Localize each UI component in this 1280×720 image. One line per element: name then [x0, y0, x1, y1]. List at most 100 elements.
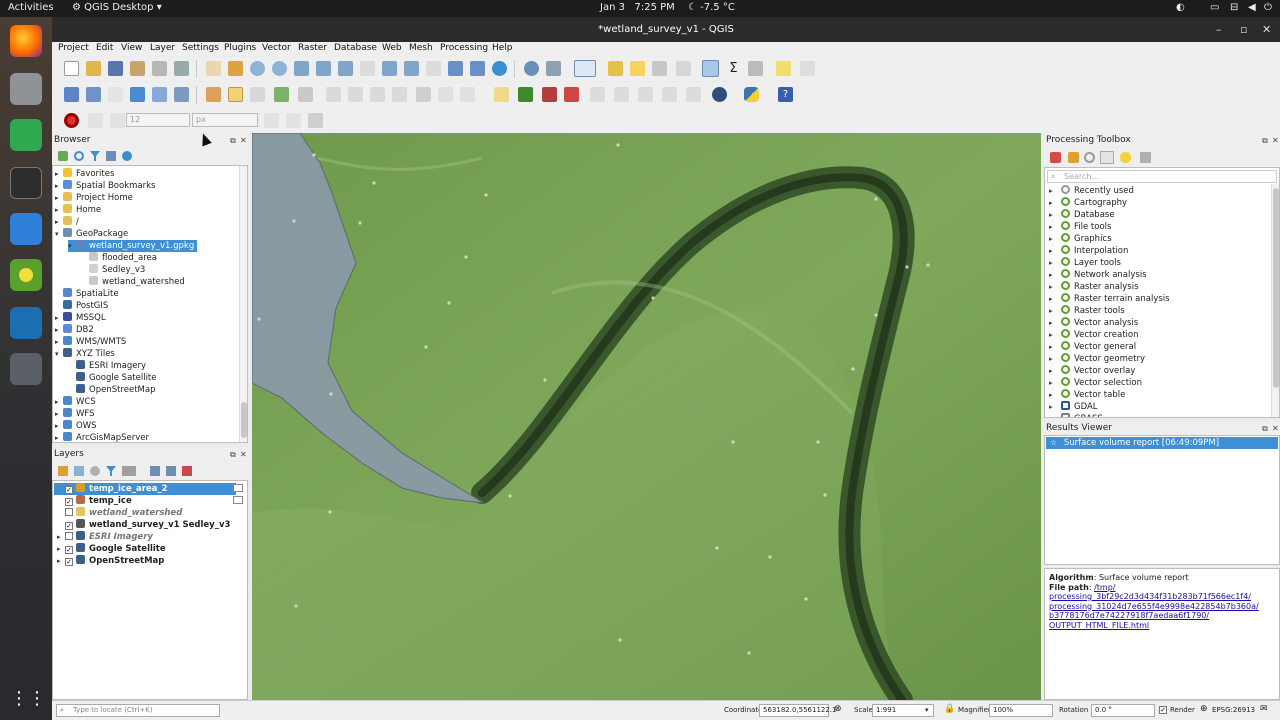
crs-globe-icon[interactable]: ⊕: [1200, 704, 1208, 714]
toolbox-group-item[interactable]: ▸ Recently used: [1049, 185, 1134, 197]
lock-scale-icon[interactable]: 🔒: [944, 704, 955, 714]
minimize-button[interactable]: –: [1216, 17, 1222, 42]
browser-item[interactable]: ▾ XYZ Tiles: [55, 348, 115, 360]
terminal-icon[interactable]: [10, 167, 42, 199]
browser-item[interactable]: flooded_area: [81, 252, 157, 264]
browser-item[interactable]: ▸ Spatial Bookmarks: [55, 180, 155, 192]
chevron-right-icon[interactable]: ▸: [1049, 269, 1061, 281]
layer-visibility-checkbox[interactable]: ✓: [65, 546, 73, 554]
close-panel-icon[interactable]: ✕: [240, 134, 247, 147]
browser-item[interactable]: ▸ Home: [55, 204, 101, 216]
scale-select[interactable]: 1:991 ▾: [872, 704, 934, 717]
browser-scrollbar[interactable]: [239, 166, 247, 442]
menu-processing[interactable]: Processing: [440, 43, 488, 53]
toolbox-group-item[interactable]: ▸ Vector general: [1049, 341, 1136, 353]
processing-toolbox-icon[interactable]: [702, 60, 719, 77]
add-polygon-icon[interactable]: [274, 87, 289, 102]
show-apps-icon[interactable]: ⋮⋮: [10, 683, 46, 715]
move-diagram-icon[interactable]: [686, 87, 701, 102]
new-virtual-layer-icon[interactable]: [152, 87, 167, 102]
statistics-icon[interactable]: Σ: [726, 61, 741, 76]
new-spatialite-icon[interactable]: [130, 87, 145, 102]
identify-features-icon[interactable]: [524, 61, 539, 76]
browser-scrollbar-thumb[interactable]: [241, 402, 247, 438]
add-layer-icon[interactable]: [58, 151, 68, 161]
chevron-right-icon[interactable]: ▸: [1049, 305, 1061, 317]
toolbox-group-item[interactable]: ▸ Vector geometry: [1049, 353, 1145, 365]
layer-item[interactable]: ▸ ✓ Google Satellite: [54, 543, 166, 555]
toolbox-group-item[interactable]: ▸ Cartography: [1049, 197, 1127, 209]
browser-item[interactable]: ▾ GeoPackage: [55, 228, 128, 240]
show-hide-labels-icon[interactable]: [564, 87, 579, 102]
layer-item[interactable]: wetland_watershed: [54, 507, 182, 519]
zoom-last-icon[interactable]: [382, 61, 397, 76]
menu-vector[interactable]: Vector: [262, 43, 291, 53]
close-button[interactable]: ✕: [1262, 17, 1271, 42]
chevron-right-icon[interactable]: ▸: [55, 204, 63, 216]
float-panel-icon[interactable]: ⧉: [1262, 422, 1268, 435]
chevron-right-icon[interactable]: ▸: [1049, 281, 1061, 293]
snapping-unit-select[interactable]: px: [192, 113, 258, 127]
zoom-full-icon[interactable]: [294, 61, 309, 76]
filter-state-icon[interactable]: [233, 496, 243, 504]
tracing-icon[interactable]: [308, 113, 323, 128]
new-temp-layer-icon[interactable]: [174, 87, 189, 102]
filepath-link[interactable]: processing_31024d7e655f4e9998e422854b7b3…: [1049, 602, 1259, 611]
browser-item[interactable]: ▸ Project Home: [55, 192, 133, 204]
browser-item[interactable]: ▸ DB2: [55, 324, 94, 336]
float-panel-icon[interactable]: ⧉: [230, 448, 236, 461]
chevron-right-icon[interactable]: ▸: [1049, 377, 1061, 389]
app-menu-button[interactable]: ⚙ QGIS Desktop ▾: [72, 2, 162, 13]
zoom-to-layer-icon[interactable]: [338, 61, 353, 76]
text-annotation-icon[interactable]: [800, 61, 815, 76]
menu-help[interactable]: Help: [492, 43, 513, 53]
pan-map-icon[interactable]: [206, 61, 221, 76]
chevron-right-icon[interactable]: ▸: [1049, 245, 1061, 257]
window-tray-icon[interactable]: ▭: [1210, 2, 1219, 13]
chevron-right-icon[interactable]: ▸: [55, 192, 63, 204]
toolbox-group-item[interactable]: ▸ Raster terrain analysis: [1049, 293, 1170, 305]
document-icon[interactable]: [10, 213, 42, 245]
chevron-right-icon[interactable]: ▸: [1049, 317, 1061, 329]
chevron-right-icon[interactable]: ▸: [1049, 353, 1061, 365]
filter-legend-icon[interactable]: [106, 466, 116, 476]
layer-item[interactable]: ▸ ESRI Imagery: [54, 531, 153, 543]
menu-database[interactable]: Database: [334, 43, 377, 53]
pan-to-selection-icon[interactable]: [228, 61, 243, 76]
map-tips-icon[interactable]: [546, 61, 561, 76]
deselect-icon[interactable]: [630, 61, 645, 76]
browser-item[interactable]: ▸ ArcGisMapServer: [55, 432, 149, 442]
browser-item[interactable]: ▸ Favorites: [55, 168, 114, 180]
menu-edit[interactable]: Edit: [96, 43, 113, 53]
redo-icon[interactable]: [460, 87, 475, 102]
chevron-right-icon[interactable]: ▸: [55, 216, 63, 228]
snap-intersection-icon[interactable]: [286, 113, 301, 128]
network-icon[interactable]: ⊟: [1230, 2, 1238, 13]
zoom-out-icon[interactable]: [272, 61, 287, 76]
layer-visibility-checkbox[interactable]: [65, 532, 73, 540]
rotate-label-icon[interactable]: [614, 87, 629, 102]
diagram-tool-icon[interactable]: [662, 87, 677, 102]
open-layer-styling-icon[interactable]: [58, 466, 68, 476]
results-list-item[interactable]: ☆ Surface volume report [06:49:09PM]: [1046, 437, 1278, 449]
chevron-right-icon[interactable]: ▸: [1049, 197, 1061, 209]
chevron-right-icon[interactable]: ▸: [55, 420, 63, 432]
modify-attributes-icon[interactable]: [326, 87, 341, 102]
edit-features-in-place-icon[interactable]: [1120, 152, 1131, 163]
files-icon[interactable]: [10, 73, 42, 105]
pin-labels-icon[interactable]: [518, 87, 533, 102]
paste-features-icon[interactable]: [416, 87, 431, 102]
chevron-right-icon[interactable]: ▸: [1049, 413, 1061, 417]
layer-visibility-checkbox[interactable]: [65, 508, 73, 516]
chevron-right-icon[interactable]: ▸: [55, 168, 63, 180]
browser-item[interactable]: Sedley_v3: [81, 264, 145, 276]
browser-item[interactable]: Google Satellite: [68, 372, 157, 384]
toolbox-group-item[interactable]: ▸ File tools: [1049, 221, 1111, 233]
filepath-link[interactable]: /tmp/: [1094, 583, 1115, 592]
filter-browser-icon[interactable]: [90, 151, 100, 161]
browser-item[interactable]: PostGIS: [55, 300, 108, 312]
filter-expression-icon[interactable]: [122, 466, 136, 476]
browser-item[interactable]: SpatiaLite: [55, 288, 119, 300]
qgis-dock-icon[interactable]: [10, 259, 42, 291]
render-checkbox[interactable]: ✓: [1159, 706, 1167, 714]
